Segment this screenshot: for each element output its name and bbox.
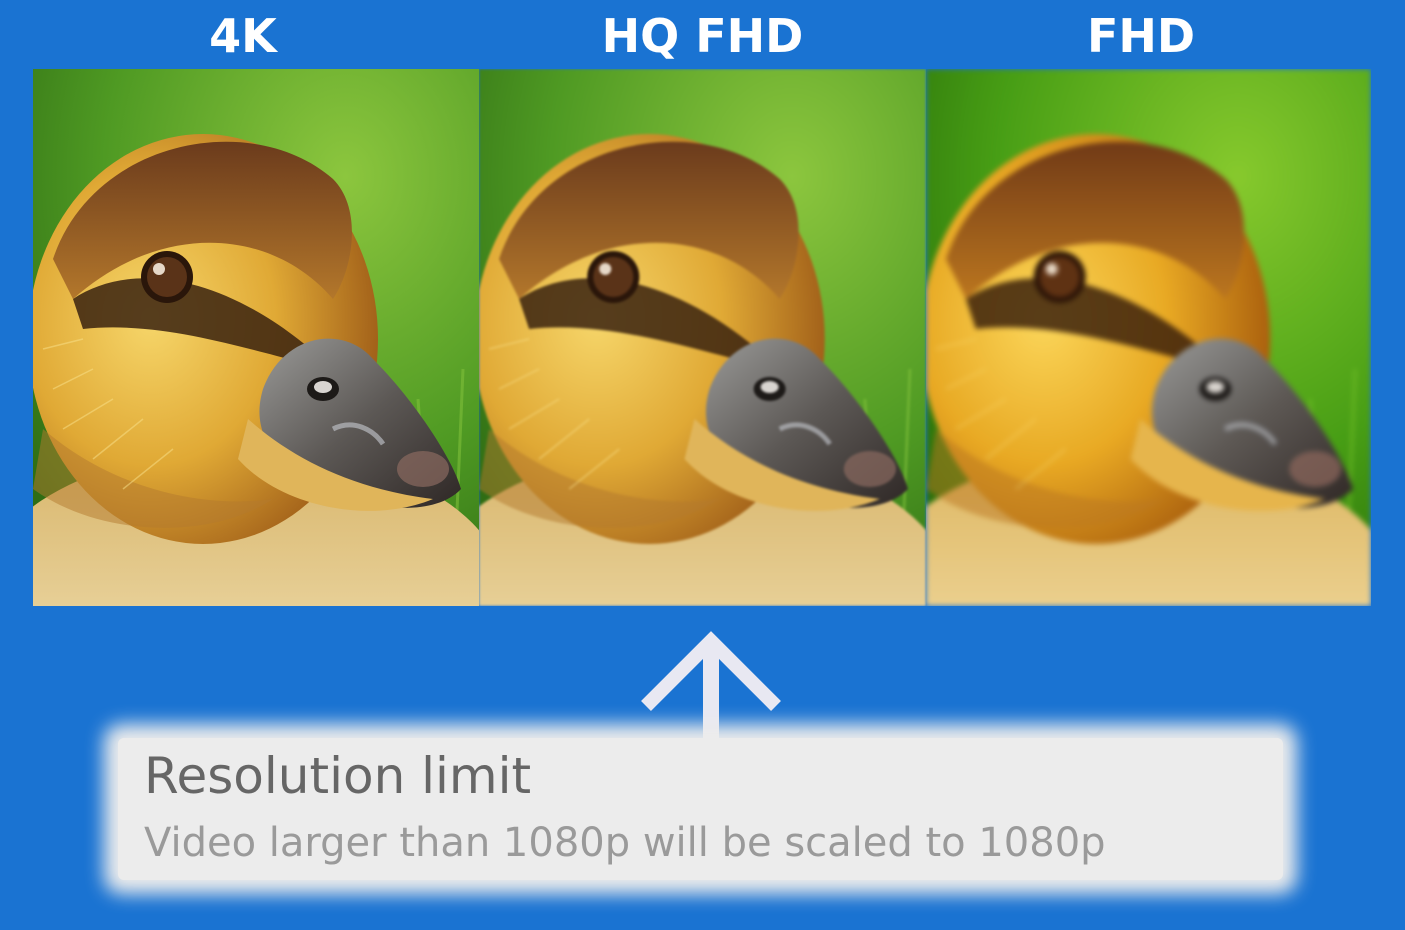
duckling-image-4k — [33, 69, 479, 606]
resolution-label-hq-fhd: HQ FHD — [601, 9, 804, 63]
card-subtitle: Video larger than 1080p will be scaled t… — [144, 820, 1106, 866]
resolution-limit-card[interactable]: Resolution limit Video larger than 1080p… — [118, 738, 1283, 880]
card-title: Resolution limit — [144, 747, 532, 805]
duckling-image-fhd — [926, 69, 1371, 606]
duckling-image-hq-fhd — [479, 69, 926, 606]
resolution-label-fhd: FHD — [1086, 9, 1196, 63]
resolution-label-4k: 4K — [209, 9, 277, 63]
